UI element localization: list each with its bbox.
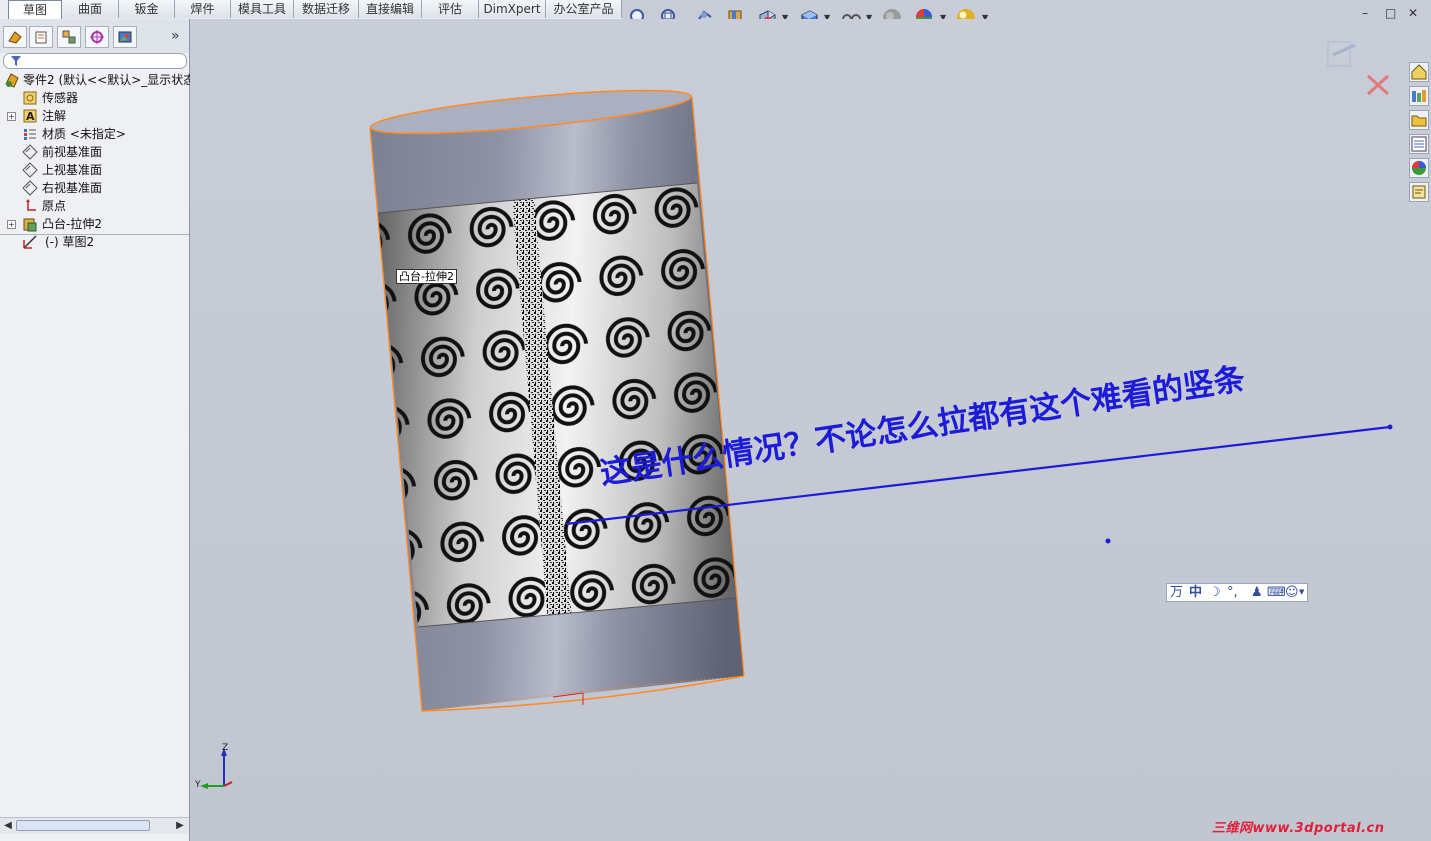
z-axis-label: Z xyxy=(222,743,229,753)
design-library-icon[interactable] xyxy=(1409,86,1429,106)
y-axis-label: Y xyxy=(195,780,201,790)
ime-user-icon[interactable]: ♟ xyxy=(1251,584,1263,601)
file-explorer-icon[interactable] xyxy=(1409,110,1429,130)
ime-settings-icon[interactable]: ☺ xyxy=(1285,584,1299,601)
ime-toolbar[interactable]: 万 中 ☽ °, ♟ ⌨ ☺ ▼ xyxy=(1166,583,1308,602)
ime-punctuation-icon[interactable]: °, xyxy=(1227,584,1238,601)
chevron-down-icon[interactable]: ▼ xyxy=(1299,584,1304,601)
task-pane-tabs xyxy=(1408,60,1431,205)
ime-keyboard-icon[interactable]: ⌨ xyxy=(1267,584,1286,601)
ime-logo-icon[interactable]: 万 xyxy=(1170,584,1183,601)
appearances-icon[interactable] xyxy=(1409,158,1429,178)
ime-language-toggle[interactable]: 中 xyxy=(1189,584,1202,601)
cylinder-model xyxy=(369,41,1393,712)
custom-properties-icon[interactable] xyxy=(1409,182,1429,202)
view-palette-icon[interactable] xyxy=(1409,134,1429,154)
ime-halfwidth-icon[interactable]: ☽ xyxy=(1209,584,1221,601)
home-icon[interactable] xyxy=(1409,62,1429,82)
watermark: 三维网www.3dportal.cn xyxy=(1212,821,1385,836)
feature-tooltip: 凸台-拉伸2 xyxy=(396,269,457,284)
